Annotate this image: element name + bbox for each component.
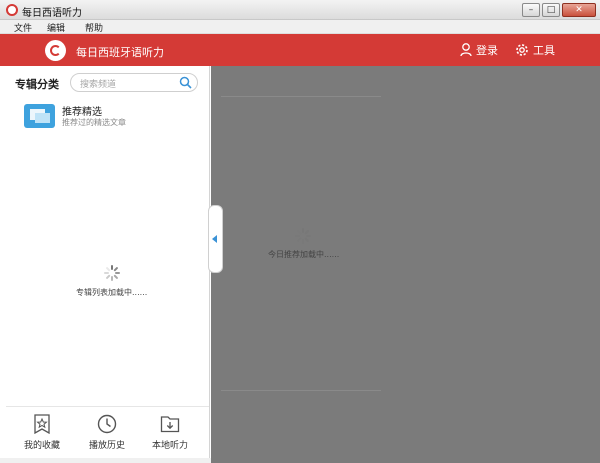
content-divider xyxy=(221,96,381,97)
category-subtitle: 推荐过的精选文章 xyxy=(62,118,126,127)
search-placeholder: 搜索频道 xyxy=(80,80,117,90)
content-divider xyxy=(221,390,381,391)
chevron-left-icon xyxy=(212,235,217,243)
window-title: 每日西语听力 xyxy=(22,8,82,19)
nav-history-label: 播放历史 xyxy=(88,441,125,451)
app-logo-icon xyxy=(6,4,18,16)
search-icon[interactable] xyxy=(179,76,192,89)
menu-bar: 文件 编辑 帮助 xyxy=(0,20,600,34)
maximize-icon: □ xyxy=(546,4,556,15)
recommend-loading-text: 今日推荐加载中...... xyxy=(268,250,340,259)
nav-favorites[interactable]: 我的收藏 xyxy=(12,414,72,456)
star-bookmark-icon xyxy=(34,414,50,434)
search-input[interactable]: 搜索频道 xyxy=(70,73,198,92)
minimize-button[interactable]: – xyxy=(522,3,540,17)
logo-ring-icon xyxy=(50,45,61,56)
menu-edit[interactable]: 编辑 xyxy=(47,21,65,34)
minimize-icon: – xyxy=(528,4,534,15)
login-label: 登录 xyxy=(476,44,498,57)
clock-icon xyxy=(97,414,117,434)
gear-icon xyxy=(516,44,528,56)
window-controls: – □ ✕ xyxy=(520,3,596,17)
app-header: 每日西班牙语听力 登录 工具 xyxy=(0,34,600,66)
album-icon xyxy=(24,104,55,128)
maximize-button[interactable]: □ xyxy=(542,3,560,17)
loading-spinner-icon xyxy=(295,228,311,244)
sidebar: 专辑分类 搜索频道 推荐精选 推荐过的精选文章 专辑列表加载中...... 我的… xyxy=(6,66,210,458)
nav-favorites-label: 我的收藏 xyxy=(23,441,60,451)
window-titlebar: 每日西语听力 – □ ✕ xyxy=(0,0,600,20)
tools-button[interactable]: 工具 xyxy=(515,42,555,58)
app-logo xyxy=(45,40,66,61)
close-button[interactable]: ✕ xyxy=(562,3,596,17)
sidebar-collapse-handle[interactable] xyxy=(208,205,223,273)
nav-local[interactable]: 本地听力 xyxy=(140,414,200,456)
sidebar-heading: 专辑分类 xyxy=(15,78,59,91)
menu-file[interactable]: 文件 xyxy=(14,21,32,34)
loading-spinner-icon xyxy=(104,265,120,281)
login-button[interactable]: 登录 xyxy=(460,42,498,58)
main-content: 今日推荐加载中...... xyxy=(211,66,600,463)
category-item-recommended[interactable]: 推荐精选 推荐过的精选文章 xyxy=(22,103,202,133)
sidebar-bottom-nav: 我的收藏 播放历史 本地听力 xyxy=(6,406,209,458)
menu-help[interactable]: 帮助 xyxy=(85,21,103,34)
user-icon xyxy=(460,43,472,57)
app-name: 每日西班牙语听力 xyxy=(76,46,164,59)
album-loading-text: 专辑列表加载中...... xyxy=(76,288,148,297)
nav-history[interactable]: 播放历史 xyxy=(77,414,137,456)
category-title: 推荐精选 xyxy=(62,107,102,118)
tools-label: 工具 xyxy=(533,44,555,57)
close-icon: ✕ xyxy=(575,4,583,15)
nav-local-label: 本地听力 xyxy=(151,441,188,451)
download-folder-icon xyxy=(160,416,180,433)
window-bottom-edge xyxy=(0,458,211,463)
